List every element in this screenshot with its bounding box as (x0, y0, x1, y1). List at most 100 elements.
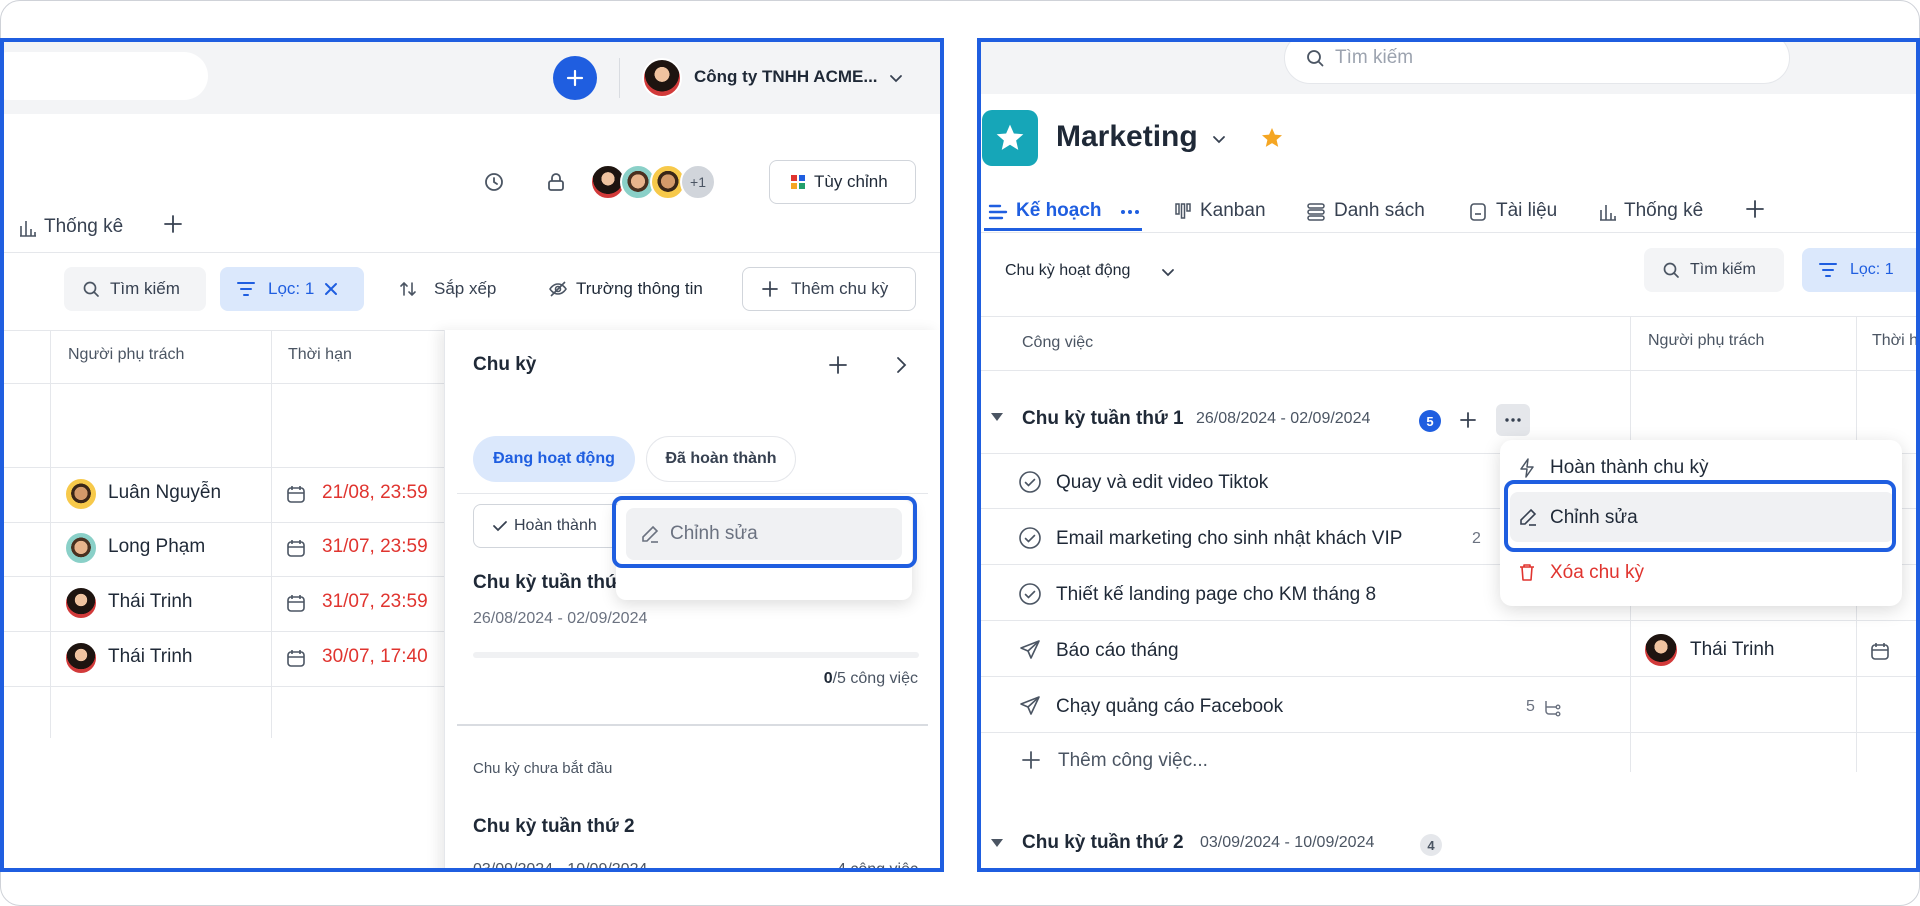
chevron-down-icon[interactable] (1210, 130, 1228, 148)
menu-edit-label: Chỉnh sửa (1550, 507, 1638, 528)
task-name: Email marketing cho sinh nhật khách VIP (1056, 528, 1403, 549)
filter-label: Lọc: 1 (1850, 261, 1894, 278)
fields-button[interactable]: Trường thông tin (544, 267, 724, 311)
check-circle-icon[interactable] (1018, 526, 1042, 550)
next-cycle-dates: 03/09/2024 - 10/09/2024 (473, 861, 648, 872)
tabs-divider (4, 252, 940, 253)
close-icon[interactable] (324, 282, 338, 296)
search-label: Tìm kiếm (1690, 261, 1756, 278)
tab-docs[interactable]: Tài liệu (1496, 200, 1557, 222)
customize-label: Tùy chỉnh (814, 172, 888, 191)
caret-down-icon[interactable] (990, 412, 1004, 422)
task-name: Quay và edit video Tiktok (1056, 472, 1269, 493)
column-header-assignee: Người phụ trách (1648, 332, 1765, 349)
cycle-select[interactable]: Chu kỳ hoạt động (1005, 262, 1130, 280)
trash-icon (1518, 562, 1536, 582)
company-name[interactable]: Công ty TNHH ACME... (694, 67, 878, 87)
column-header-deadline: Thời h (1872, 332, 1919, 349)
complete-label: Hoàn thành (514, 517, 597, 534)
tab-completed-cycles[interactable]: Đã hoàn thành (646, 436, 796, 482)
tab-kanban[interactable]: Kanban (1200, 200, 1266, 222)
chevron-right-icon[interactable] (891, 355, 911, 375)
right-panel: Tìm kiếm Marketing Kế hoạch Kanban Danh … (978, 38, 1920, 872)
check-circle-icon[interactable] (1018, 582, 1042, 606)
plus-icon (761, 280, 779, 298)
not-started-label: Chu kỳ chưa bắt đầu (473, 760, 613, 777)
deadline-value: 30/07, 17:40 (322, 646, 428, 667)
search-label: Tìm kiếm (110, 279, 180, 298)
add-cycle-label: Thêm chu kỳ (791, 279, 889, 298)
chevron-down-icon[interactable] (888, 70, 904, 86)
group-more-button[interactable] (1496, 404, 1530, 436)
assignee-name: Long Phạm (108, 536, 206, 557)
check-icon (492, 518, 508, 534)
project-title: Marketing (1056, 120, 1198, 153)
chevron-down-icon[interactable] (1160, 264, 1176, 280)
search-button[interactable]: Tìm kiếm (1644, 248, 1784, 292)
add-tab-icon[interactable] (1744, 198, 1766, 220)
global-search-box[interactable] (4, 52, 208, 100)
plus-icon (565, 68, 585, 88)
document-icon (1468, 202, 1488, 222)
table-header-divider (978, 370, 1920, 371)
cycle-panel-title: Chu kỳ (473, 354, 537, 375)
tab-list[interactable]: Danh sách (1334, 200, 1425, 222)
cycle-progress-text: 0/5 công việc (824, 670, 918, 688)
subtask-count: 2 (1472, 530, 1481, 547)
progress-total: /5 công việc (832, 670, 918, 687)
menu-item-edit[interactable]: Chỉnh sửa (1510, 492, 1894, 542)
calendar-icon (286, 593, 306, 613)
menu-complete-label: Hoàn thành chu kỳ (1550, 457, 1709, 478)
calendar-icon (1870, 641, 1890, 661)
edit-menu-item[interactable]: Chỉnh sửa (626, 508, 902, 560)
create-button[interactable] (553, 56, 597, 100)
send-icon (1018, 638, 1042, 662)
tab-stats[interactable]: Thống kê (1624, 200, 1703, 222)
favorite-star-icon[interactable] (1260, 126, 1284, 150)
plus-icon[interactable] (1458, 410, 1478, 430)
add-tab-icon[interactable] (162, 213, 184, 235)
kanban-icon (1174, 202, 1192, 220)
deadline-value: 21/08, 23:59 (322, 482, 428, 503)
filter-button[interactable]: Lọc: 1 (1802, 248, 1920, 292)
task-name: Báo cáo tháng (1056, 640, 1179, 661)
global-search-input[interactable]: Tìm kiếm (1284, 38, 1790, 84)
next-cycle-title[interactable]: Chu kỳ tuần thứ 2 (473, 816, 635, 838)
history-icon[interactable] (482, 170, 506, 194)
avatar (64, 531, 98, 565)
column-header-deadline: Thời hạn (288, 346, 352, 363)
filter-icon (236, 280, 256, 298)
header-divider (619, 58, 620, 98)
check-circle-icon[interactable] (1018, 470, 1042, 494)
search-icon (82, 280, 100, 298)
members-more-badge[interactable]: +1 (680, 164, 716, 200)
add-cycle-icon[interactable] (827, 354, 849, 376)
sort-icon (398, 279, 418, 299)
toolbar-divider (978, 316, 1920, 317)
progress-done: 0 (823, 670, 833, 687)
more-icon[interactable] (1120, 209, 1140, 215)
customize-grid-icon (790, 174, 806, 190)
current-cycle-title[interactable]: Chu kỳ tuần thứ 1 (473, 572, 635, 594)
customize-button[interactable]: Tùy chỉnh (769, 160, 916, 204)
cycle-actions-menu: Hoàn thành chu kỳ Chỉnh sửa Xóa chu kỳ (1500, 440, 1902, 606)
add-cycle-button[interactable]: Thêm chu kỳ (742, 267, 916, 311)
tab-plan-label: Kế hoạch (1016, 200, 1102, 221)
complete-cycle-button[interactable]: Hoàn thành (473, 504, 623, 548)
tab-active-cycles[interactable]: Đang hoạt động (473, 436, 635, 482)
sort-button[interactable]: Sắp xếp (392, 267, 512, 311)
send-icon (1018, 694, 1042, 718)
group-title: Chu kỳ tuần thứ 2 (1022, 832, 1184, 853)
filter-button[interactable]: Lọc: 1 (220, 267, 364, 311)
tab-active-underline (984, 228, 1142, 231)
group-count-badge: 5 (1419, 410, 1441, 432)
tab-stats[interactable]: Thống kê (44, 216, 123, 238)
tabs-divider (978, 232, 1920, 233)
search-button[interactable]: Tìm kiếm (64, 267, 206, 311)
calendar-icon (286, 538, 306, 558)
cycle-progress-bar (473, 652, 919, 658)
caret-down-icon[interactable] (990, 838, 1004, 848)
group-dates: 03/09/2024 - 10/09/2024 (1200, 834, 1375, 851)
lock-icon[interactable] (544, 170, 568, 194)
search-icon (1305, 48, 1325, 68)
